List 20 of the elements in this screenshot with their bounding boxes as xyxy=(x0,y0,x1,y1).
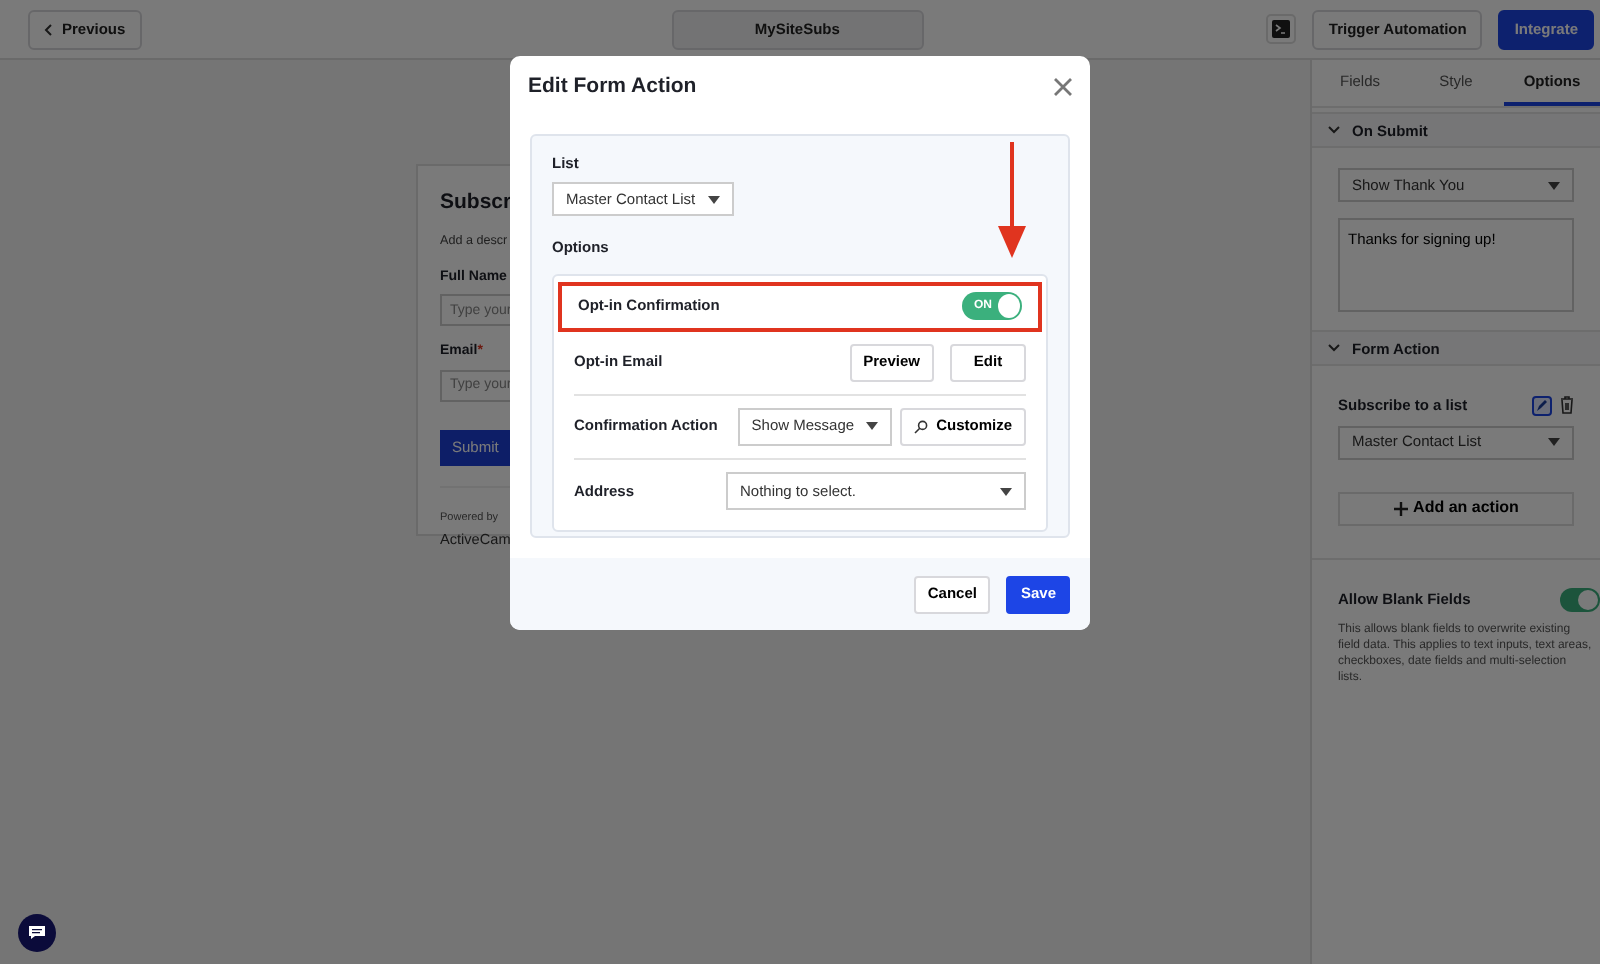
chevron-left-icon xyxy=(44,23,52,35)
trash-icon[interactable] xyxy=(1560,395,1574,414)
plus-icon xyxy=(1393,501,1408,515)
pencil-icon[interactable] xyxy=(1532,395,1552,416)
add-action-button[interactable]: Add an action xyxy=(1338,491,1574,525)
caret-icon xyxy=(1548,181,1560,190)
magnifier-icon xyxy=(914,419,929,434)
chat-icon[interactable] xyxy=(18,914,56,952)
modal-title: Edit Form Action xyxy=(528,71,697,102)
terminal-icon[interactable] xyxy=(1266,14,1297,44)
chevron-down-icon[interactable] xyxy=(1328,124,1340,137)
caret-icon xyxy=(866,422,879,431)
caret-icon xyxy=(1000,487,1012,496)
caret-icon xyxy=(1548,438,1560,446)
chevron-down-icon[interactable] xyxy=(1328,342,1340,355)
close-icon[interactable] xyxy=(1054,78,1072,97)
arrow-icon xyxy=(996,142,1028,258)
toggle-switch[interactable] xyxy=(1560,587,1600,611)
form-title: Subscr xyxy=(440,190,512,216)
caret-icon xyxy=(707,195,720,204)
